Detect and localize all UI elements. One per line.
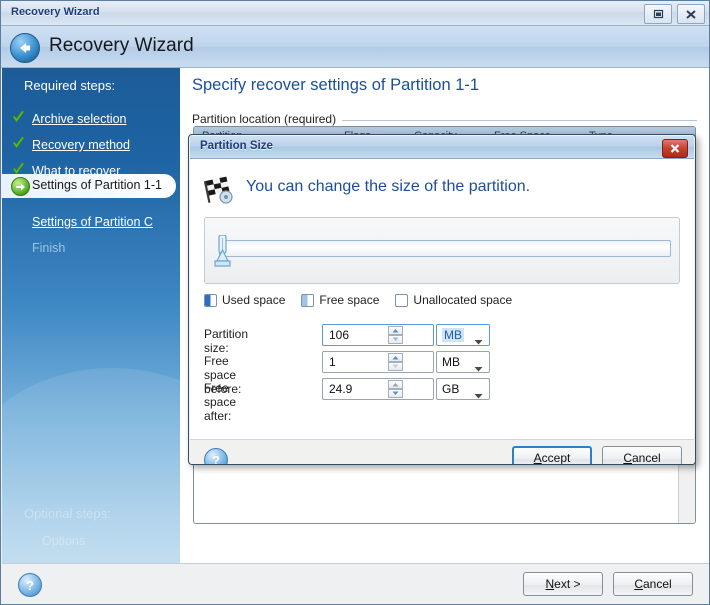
cancel-button-label-rest: ancel xyxy=(643,577,672,591)
legend-label: Unallocated space xyxy=(413,293,512,307)
dialog-cancel-accesskey: C xyxy=(623,451,632,465)
free-space-swatch-icon xyxy=(301,294,314,307)
restore-window-icon[interactable] xyxy=(644,4,672,24)
partition-size-unit-value: MB xyxy=(442,328,464,342)
stepper-down-icon[interactable] xyxy=(388,362,403,371)
chevron-down-icon[interactable] xyxy=(474,388,483,402)
sidebar-item-label: Finish xyxy=(32,241,65,255)
accept-button-label-rest: ccept xyxy=(542,451,571,465)
sidebar-item-finish: Finish xyxy=(2,237,180,261)
free-space-before-unit-select[interactable]: MB xyxy=(436,351,490,373)
checkered-flag-icon xyxy=(204,175,238,208)
help-icon[interactable]: ? xyxy=(18,573,42,597)
partition-size-bar[interactable] xyxy=(219,240,671,257)
page-title: Specify recover settings of Partition 1-… xyxy=(192,76,479,95)
field-label: Partition size: xyxy=(204,327,248,355)
green-check-icon xyxy=(11,110,26,128)
stepper-up-icon[interactable] xyxy=(388,380,403,389)
green-arrow-icon xyxy=(11,177,30,196)
legend-unallocated-space: Unallocated space xyxy=(395,293,512,307)
partition-size-dialog: Partition Size xyxy=(188,134,696,465)
unallocated-space-swatch-icon xyxy=(395,294,408,307)
help-icon[interactable]: ? xyxy=(204,448,228,465)
sidebar-item-label: Settings of Partition C xyxy=(32,215,153,229)
next-button-label-rest: ext > xyxy=(554,577,580,591)
stepper-down-icon[interactable] xyxy=(388,389,403,398)
free-space-after-unit-value: GB xyxy=(442,382,459,396)
stepper-up-icon[interactable] xyxy=(388,326,403,335)
dialog-body: You can change the size of the partition… xyxy=(190,159,694,439)
close-window-icon[interactable] xyxy=(677,4,705,24)
sidebar-item-recovery-method[interactable]: Recovery method xyxy=(2,134,180,158)
partition-size-stepper[interactable] xyxy=(388,326,403,345)
stepper-down-icon[interactable] xyxy=(388,335,403,344)
app-header-title: Recovery Wizard xyxy=(49,35,194,57)
dialog-cancel-label-rest: ancel xyxy=(632,451,661,465)
used-space-swatch-icon xyxy=(204,294,217,307)
accept-accesskey: A xyxy=(534,451,542,465)
legend-used-space: Used space xyxy=(204,293,285,307)
sidebar-item-label: Settings of Partition 1-1 xyxy=(32,178,162,192)
free-space-before-input[interactable]: 1 xyxy=(322,351,434,373)
app-header: Recovery Wizard xyxy=(1,26,710,68)
window-title: Recovery Wizard xyxy=(11,6,100,18)
close-dialog-icon[interactable] xyxy=(662,139,688,158)
partition-location-label: Partition location (required) xyxy=(192,112,342,126)
green-check-icon xyxy=(11,136,26,154)
optional-steps-title: Optional steps: xyxy=(24,506,111,521)
wizard-sidebar: Required steps: Archive selection Recove… xyxy=(2,68,180,563)
wizard-footer: ? Next > Cancel xyxy=(2,563,709,604)
legend-label: Used space xyxy=(222,293,285,307)
partition-size-value: 106 xyxy=(329,328,349,342)
back-arrow-icon[interactable] xyxy=(10,33,40,63)
stepper-up-icon[interactable] xyxy=(388,353,403,362)
cancel-accesskey: C xyxy=(634,577,643,591)
next-accesskey: N xyxy=(545,577,554,591)
partition-size-slider-handle[interactable] xyxy=(213,235,227,261)
free-space-before-stepper[interactable] xyxy=(388,353,403,372)
partition-size-input[interactable]: 106 xyxy=(322,324,434,346)
dialog-footer: ? Accept Cancel xyxy=(190,439,694,465)
legend-label: Free space xyxy=(319,293,379,307)
free-space-after-value: 24.9 xyxy=(329,382,352,396)
free-space-before-value: 1 xyxy=(329,355,336,369)
field-label: Free space after: xyxy=(204,381,236,423)
partition-size-unit-select[interactable]: MB xyxy=(436,324,490,346)
sidebar-item-options: Options xyxy=(42,534,85,548)
dialog-titlebar: Partition Size xyxy=(190,136,694,159)
window-controls xyxy=(644,4,705,24)
dialog-cancel-button[interactable]: Cancel xyxy=(602,446,682,465)
sidebar-item-label: Recovery method xyxy=(32,138,130,152)
sidebar-item-archive-selection[interactable]: Archive selection xyxy=(2,108,180,132)
chevron-down-icon[interactable] xyxy=(474,361,483,375)
chevron-down-icon[interactable] xyxy=(474,334,483,348)
dialog-headline: You can change the size of the partition… xyxy=(246,178,530,196)
partition-map xyxy=(204,217,680,284)
sidebar-item-settings-partition-1-1[interactable]: Settings of Partition 1-1 xyxy=(2,174,176,198)
free-space-after-input[interactable]: 24.9 xyxy=(322,378,434,400)
legend-free-space: Free space xyxy=(301,293,379,307)
dialog-title: Partition Size xyxy=(200,140,273,152)
space-legend: Used space Free space Unallocated space xyxy=(204,292,528,308)
free-space-after-stepper[interactable] xyxy=(388,380,403,399)
sidebar-item-settings-partition-c[interactable]: Settings of Partition C xyxy=(2,211,180,235)
free-space-after-unit-select[interactable]: GB xyxy=(436,378,490,400)
sidebar-item-label: Archive selection xyxy=(32,112,127,126)
accept-button[interactable]: Accept xyxy=(512,446,592,465)
recovery-wizard-window: Recovery Wizard Recovery Wizard Required… xyxy=(0,0,710,605)
next-button[interactable]: Next > xyxy=(523,572,603,596)
free-space-before-unit-value: MB xyxy=(442,355,460,369)
window-titlebar: Recovery Wizard xyxy=(1,1,710,26)
required-steps-title: Required steps: xyxy=(24,78,115,93)
dialog-buttons: Accept Cancel xyxy=(512,446,682,465)
cancel-button[interactable]: Cancel xyxy=(613,572,693,596)
